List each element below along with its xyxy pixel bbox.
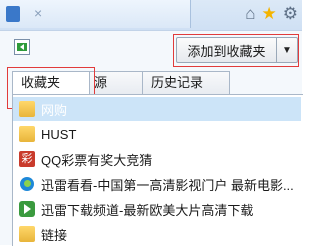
xunlei-icon [19,176,35,192]
favorites-panel: 添加到收藏夹 ▼ 收藏夹 源 历史记录 网购 HUST 彩 QQ彩票有奖大竞猜 … [0,30,303,246]
folder-icon [19,101,35,117]
browser-tab[interactable]: × [0,0,191,28]
add-to-favorites-label: 添加到收藏夹 [187,43,266,59]
list-item-label: 网购 [41,102,68,118]
chevron-down-icon[interactable]: ▼ [276,38,297,62]
list-item[interactable]: 彩 QQ彩票有奖大竞猜 [13,147,301,171]
list-item-label: 迅雷看看-中国第一高清影视门户 最新电影... [41,177,294,193]
list-item-label: QQ彩票有奖大竞猜 [41,152,153,168]
star-icon[interactable]: ★ [262,3,277,25]
tab-history[interactable]: 历史记录 [142,71,230,94]
favorites-tabs: 收藏夹 源 历史记录 [12,71,230,95]
list-item[interactable]: 迅雷看看-中国第一高清影视门户 最新电影... [13,172,301,196]
list-item[interactable]: 链接 [13,222,301,246]
toolbar-icons: ⌂ ★ ⚙ [245,3,298,25]
tab-favorites[interactable]: 收藏夹 [12,71,90,95]
list-item-label: 链接 [41,227,68,243]
browser-toolbar: × ⌂ ★ ⚙ [0,0,302,30]
add-to-favorites-button[interactable]: 添加到收藏夹 ▼ [176,37,298,63]
pin-panel-button[interactable] [14,39,30,55]
home-icon[interactable]: ⌂ [245,3,255,25]
list-item-label: HUST [41,126,77,142]
folder-icon [19,226,35,242]
pin-arrow-icon [17,43,27,51]
favorites-list: 网购 HUST 彩 QQ彩票有奖大竞猜 迅雷看看-中国第一高清影视门户 最新电影… [12,94,303,246]
list-item-label: 迅雷下载频道-最新欧美大片高清下载 [41,202,254,218]
tab-feeds[interactable]: 源 [89,71,143,94]
gear-icon[interactable]: ⚙ [283,3,298,25]
list-item[interactable]: HUST [13,122,301,146]
tab-close-icon[interactable]: × [34,5,42,21]
folder-icon [19,126,35,142]
list-item[interactable]: 迅雷下载频道-最新欧美大片高清下载 [13,197,301,221]
qq-lottery-icon: 彩 [19,151,35,167]
list-item[interactable]: 网购 [13,97,301,121]
download-icon [19,201,35,217]
page-icon [6,6,20,22]
